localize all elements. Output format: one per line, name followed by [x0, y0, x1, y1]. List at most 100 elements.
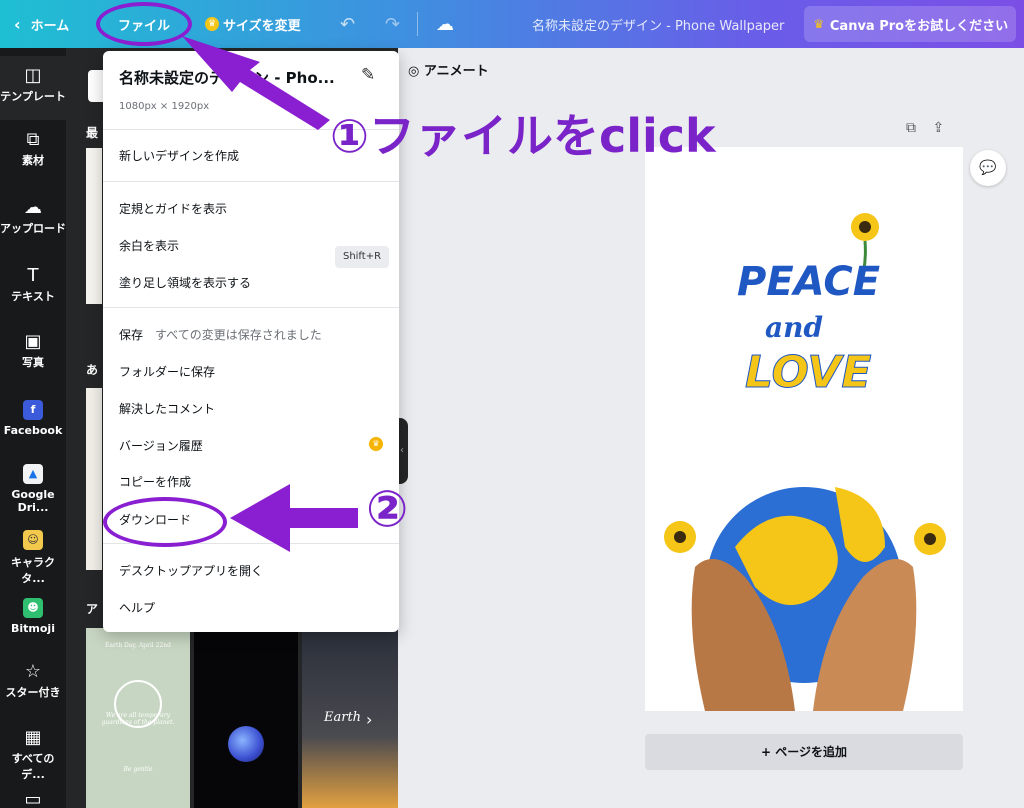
thumb-text: Earth Day, April 22nd: [105, 642, 171, 649]
template-thumbnail-hourglass[interactable]: Earth ›: [302, 628, 398, 808]
toolbar-divider: [417, 12, 418, 36]
chevron-right-icon[interactable]: ›: [366, 710, 372, 729]
art-word-love: LOVE: [744, 347, 872, 399]
menu-item-resolved-comments[interactable]: 解決したコメント: [119, 400, 215, 417]
rail-item-photos[interactable]: ▣ 写真: [0, 332, 66, 370]
pro-label: Canva Proをお試しください: [829, 18, 1009, 34]
rail-label: Facebook: [3, 424, 63, 437]
template-thumbnail-space[interactable]: [194, 628, 298, 808]
rail-item-text[interactable]: T テキスト: [0, 266, 66, 304]
duplicate-page-icon[interactable]: ⧉: [906, 120, 916, 136]
upload-icon: ☁: [24, 197, 42, 218]
rail-item-elements[interactable]: ⧉ 素材: [0, 130, 66, 168]
design-title[interactable]: 名称未設定のデザイン - Phone Wallpaper: [532, 0, 784, 48]
menu-item-make-copy[interactable]: コピーを作成: [119, 473, 191, 490]
rail-item-facebook[interactable]: f Facebook: [0, 400, 66, 437]
rail-label: アップロード: [0, 222, 66, 235]
annotation-ellipse-download: [103, 497, 227, 547]
section-label: あ: [86, 363, 99, 377]
rail-label: Google Dri...: [11, 488, 55, 514]
rail-label: キャラクタ...: [11, 556, 55, 585]
undo-icon[interactable]: ↶: [340, 0, 355, 48]
facebook-icon: f: [23, 400, 43, 420]
rail-label: 写真: [22, 356, 44, 369]
menu-item-save-folder[interactable]: フォルダーに保存: [119, 363, 215, 380]
add-page-icon[interactable]: ⇪: [932, 120, 944, 136]
menu-item-new-design[interactable]: 新しいデザインを作成: [119, 147, 239, 164]
folder-icon: ▭: [24, 789, 42, 808]
art-word-peace: PEACE: [737, 259, 881, 305]
resize-button[interactable]: ♛ サイズを変更: [205, 0, 301, 48]
animate-icon: ◎: [408, 64, 420, 79]
pencil-icon[interactable]: ✎: [361, 65, 375, 85]
home-button[interactable]: ‹ ホーム: [14, 0, 69, 48]
bitmoji-icon: ☻: [23, 598, 43, 618]
menu-design-size: 1080px × 1920px: [119, 101, 210, 112]
menu-item-help[interactable]: ヘルプ: [119, 599, 155, 616]
rail-label: Bitmoji: [11, 622, 55, 635]
template-thumbnail-earth-day[interactable]: Earth Day, April 22nd We are all tempora…: [86, 628, 190, 808]
menu-divider: [103, 181, 399, 182]
rail-label: テンプレート: [0, 90, 66, 103]
menu-item-save[interactable]: 保存 すべての変更は保存されました: [119, 326, 322, 343]
page-tools: ⧉ ⇪: [906, 120, 944, 136]
rail-label: すべてのデ...: [11, 752, 55, 781]
peace-love-illustration: [664, 213, 946, 711]
home-label: ホーム: [30, 18, 70, 34]
menu-divider: [103, 307, 399, 308]
rail-item-starred[interactable]: ☆ スター付き: [0, 662, 66, 700]
thumb-text: Be gentle: [123, 766, 153, 773]
menu-item-rulers[interactable]: 定規とガイドを表示: [119, 200, 227, 217]
star-icon: ☆: [24, 661, 42, 682]
rail-item-all-designs[interactable]: ▦ すべてのデ...: [0, 728, 66, 782]
menu-design-title[interactable]: 名称未設定のデザイン - Pho...: [119, 67, 335, 88]
save-status: すべての変更は保存されました: [155, 328, 322, 342]
animate-label: アニメート: [423, 64, 489, 79]
crown-icon: ♛: [369, 437, 383, 451]
menu-item-open-desktop[interactable]: デスクトップアプリを開く: [119, 562, 263, 579]
menu-item-bleed[interactable]: 塗り足し領域を表示する: [119, 274, 251, 291]
comment-icon: 💬: [979, 160, 997, 176]
rail-label: テキスト: [11, 290, 55, 303]
template-thumbnail[interactable]: [86, 388, 102, 570]
try-pro-button[interactable]: ♛ Canva Proをお試しください: [804, 6, 1016, 42]
redo-icon[interactable]: ↷: [385, 0, 400, 48]
template-thumbnail[interactable]: [86, 148, 102, 304]
rail-item-google-drive[interactable]: ▲ Google Dri...: [0, 464, 66, 514]
rail-item-characters[interactable]: ☺ キャラクタ...: [0, 530, 66, 586]
character-icon: ☺: [23, 530, 43, 550]
rail-label: 素材: [22, 154, 44, 167]
annotation-step1: ①ファイルをclick: [330, 109, 716, 163]
annotation-step2: ②: [366, 480, 409, 538]
resize-label: サイズを変更: [223, 18, 301, 34]
add-comment-button[interactable]: 💬: [970, 150, 1006, 186]
template-icon: ◫: [24, 65, 42, 86]
rail-label: スター付き: [5, 686, 61, 699]
rail-item-templates[interactable]: ◫ テンプレート: [0, 56, 66, 120]
menu-item-version-history[interactable]: バージョン履歴: [119, 437, 203, 454]
shortcut-badge: Shift+R: [335, 246, 389, 268]
annotation-ellipse-file: [96, 2, 192, 46]
crown-icon: ♛: [205, 17, 219, 31]
rail-item-bitmoji[interactable]: ☻ Bitmoji: [0, 598, 66, 635]
all-designs-icon: ▦: [24, 727, 42, 748]
menu-item-margins[interactable]: 余白を表示: [119, 237, 179, 254]
section-label: 最: [86, 126, 99, 140]
art-word-and: and: [765, 311, 824, 344]
section-label: ア: [86, 602, 99, 616]
left-rail: ◫ テンプレート ⧉ 素材 ☁ アップロード T テキスト ▣ 写真 f Fac…: [0, 48, 66, 808]
design-page[interactable]: PEACE and LOVE: [645, 147, 963, 711]
photo-icon: ▣: [24, 331, 42, 352]
rail-item-folder[interactable]: ▭: [0, 790, 66, 808]
elements-icon: ⧉: [26, 129, 40, 150]
chevron-left-icon: ‹: [14, 14, 21, 34]
thumb-text: Earth: [324, 710, 362, 725]
thumb-text: We are all temporary guardians of the pl…: [101, 712, 175, 726]
add-page-button[interactable]: + ページを追加: [645, 734, 963, 770]
crown-icon: ♛: [813, 17, 825, 31]
planet-icon: [228, 726, 264, 762]
cloud-saved-icon[interactable]: ☁: [436, 0, 454, 48]
google-drive-icon: ▲: [23, 464, 43, 484]
animate-button[interactable]: ◎ アニメート: [408, 60, 489, 79]
rail-item-uploads[interactable]: ☁ アップロード: [0, 198, 66, 236]
